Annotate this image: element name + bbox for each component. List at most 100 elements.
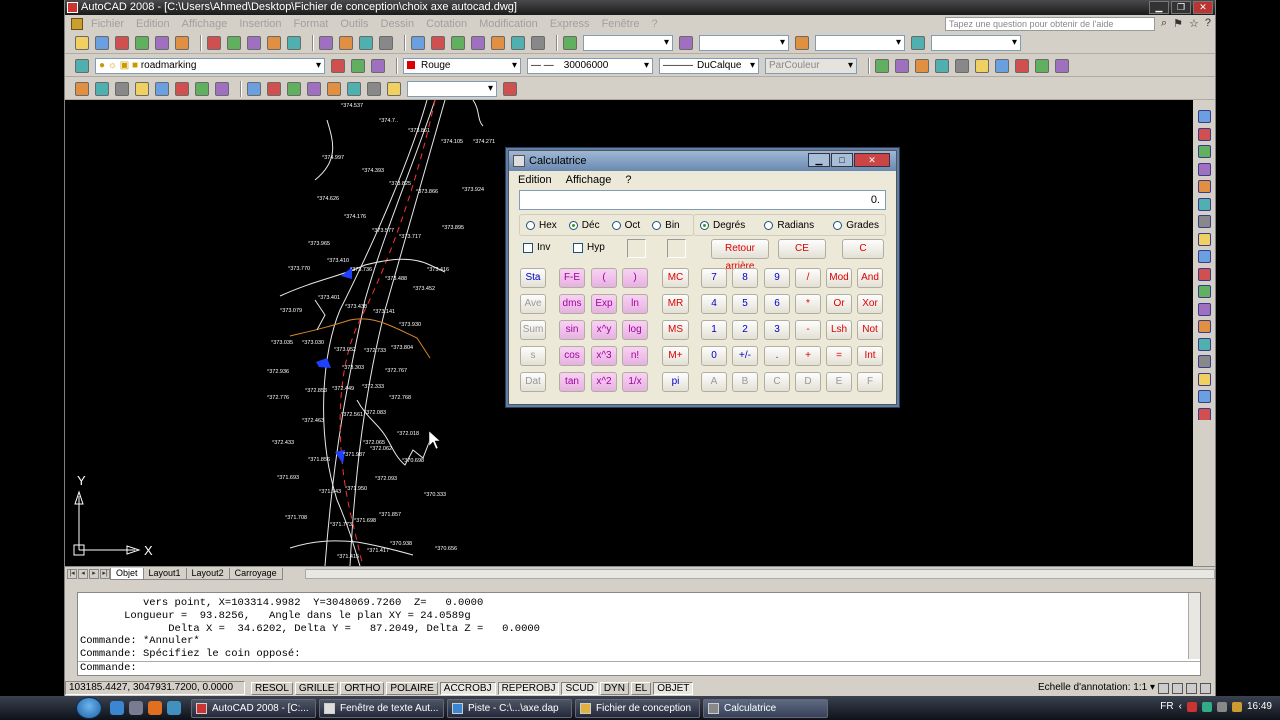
design-center-tool-icon[interactable] — [411, 35, 425, 50]
status-toggle-el[interactable]: EL — [630, 681, 652, 695]
calculator-button-op03[interactable]: ) — [622, 268, 648, 288]
design-center-tool-icon[interactable] — [471, 35, 485, 50]
menu-1[interactable]: Edition — [136, 18, 170, 30]
calculator-button-cos[interactable]: cos — [559, 346, 585, 366]
calculator-button-xy[interactable]: x^y — [591, 320, 617, 340]
linetype-scale-combo[interactable]: — —30006000 — [527, 57, 653, 74]
menu-4[interactable]: Format — [294, 18, 329, 30]
search-icon[interactable]: ⌕ — [1161, 17, 1167, 30]
taskbar-button-1[interactable]: Fenêtre de texte Aut... — [319, 698, 444, 718]
calculator-button-op37[interactable]: . — [764, 346, 790, 366]
calculator-button-ce[interactable]: CE — [778, 239, 826, 259]
edit-tool-icon[interactable] — [227, 35, 241, 50]
show-desktop-icon[interactable] — [129, 701, 143, 715]
calculator-button-fe[interactable]: F-E — [559, 268, 585, 288]
calculator-button-8[interactable]: 8 — [732, 268, 758, 288]
status-toggle-scud[interactable]: SCUD — [561, 681, 598, 695]
calculator-button-b[interactable]: B — [732, 372, 758, 392]
layer-tool-tool-icon[interactable] — [935, 58, 949, 73]
dimension-edit-tool-icon[interactable] — [327, 81, 341, 96]
calculator-button-f[interactable]: F — [857, 372, 883, 392]
edit-tool-icon[interactable] — [287, 35, 301, 50]
favorites-icon[interactable]: ☆ — [1189, 17, 1199, 30]
next-tab-button[interactable]: ▸ — [89, 568, 99, 579]
zoom-tool-icon[interactable] — [339, 35, 353, 50]
design-center-tool-icon[interactable] — [451, 35, 465, 50]
dimension-style-combo[interactable] — [407, 80, 497, 97]
coordinates-readout[interactable]: 103185.4427, 3047931.7200, 0.0000 — [65, 681, 245, 695]
modify-tool-icon[interactable] — [1198, 197, 1211, 211]
table-style-icon[interactable] — [795, 35, 809, 50]
file-tool-icon[interactable] — [75, 35, 89, 50]
menu-5[interactable]: Outils — [340, 18, 368, 30]
dim-style-combo[interactable] — [699, 34, 789, 51]
dimension-edit-tool-icon[interactable] — [307, 81, 321, 96]
status-toggle-dyn[interactable]: DYN — [599, 681, 629, 695]
layer-tool-tool-icon[interactable] — [875, 58, 889, 73]
inv-checkbox[interactable]: Inv — [523, 242, 550, 253]
dimension-edit-tool-icon[interactable] — [287, 81, 301, 96]
volume-icon[interactable] — [1216, 701, 1227, 712]
dimension-tool-icon[interactable] — [75, 81, 89, 96]
calculator-button-3[interactable]: 3 — [764, 320, 790, 340]
file-tool-icon[interactable] — [175, 35, 189, 50]
close-button[interactable]: ✕ — [1193, 1, 1213, 14]
layer-tool-tool-icon[interactable] — [1015, 58, 1029, 73]
layer-tool-tool-icon[interactable] — [995, 58, 1009, 73]
calculator-button-2[interactable]: 2 — [732, 320, 758, 340]
calculator-button-exp[interactable]: Exp — [591, 294, 617, 314]
layer-tool-tool-icon[interactable] — [1035, 58, 1049, 73]
menu-0[interactable]: Fichier — [91, 18, 124, 30]
menu-10[interactable]: Fenêtre — [602, 18, 640, 30]
horizontal-scrollbar[interactable] — [305, 569, 1215, 579]
design-center-tool-icon[interactable] — [431, 35, 445, 50]
calculator-button-1x[interactable]: 1/x — [622, 372, 648, 392]
design-center-tool-icon[interactable] — [491, 35, 505, 50]
calculator-button-s[interactable]: s — [520, 346, 546, 366]
clock[interactable]: 16:49 — [1247, 701, 1272, 712]
dimension-edit-tool-icon[interactable] — [267, 81, 281, 96]
file-tool-icon[interactable] — [95, 35, 109, 50]
layer-tool-tool-icon[interactable] — [895, 58, 909, 73]
annotation-visibility-icon[interactable] — [1158, 683, 1169, 694]
menu-3[interactable]: Insertion — [239, 18, 281, 30]
calculator-title-bar[interactable]: Calculatrice ▁ □ ✕ — [509, 151, 896, 171]
calculator-button-mc[interactable]: MC — [662, 268, 689, 288]
calculator-button-ln[interactable]: ln — [622, 294, 648, 314]
calculator-button-sum[interactable]: Sum — [520, 320, 546, 340]
calculator-button-op39[interactable]: = — [826, 346, 852, 366]
menu-9[interactable]: Express — [550, 18, 590, 30]
bases-radio-hex[interactable]: Hex — [526, 220, 557, 231]
design-center-tool-icon[interactable] — [531, 35, 545, 50]
bases-radio-déc[interactable]: Déc — [568, 220, 600, 231]
color-combo[interactable]: Rouge — [403, 57, 521, 74]
zoom-tool-icon[interactable] — [379, 35, 393, 50]
auto-scale-icon[interactable] — [1172, 683, 1183, 694]
layer-tool-icon[interactable] — [331, 58, 345, 73]
internet-explorer-icon[interactable] — [110, 701, 124, 715]
menu-6[interactable]: Dessin — [381, 18, 415, 30]
calculator-button-d[interactable]: D — [795, 372, 821, 392]
modify-tool-icon[interactable] — [1198, 267, 1211, 281]
dimension-tool-icon[interactable] — [155, 81, 169, 96]
calculator-button-sin[interactable]: sin — [559, 320, 585, 340]
menu-11[interactable]: ? — [651, 18, 657, 30]
clean-screen-icon[interactable] — [1200, 683, 1211, 694]
calculator-close-button[interactable]: ✕ — [854, 153, 890, 167]
status-toggle-accrobj[interactable]: ACCROBJ — [439, 681, 496, 695]
communication-center-icon[interactable]: ⚑ — [1173, 17, 1183, 30]
zoom-tool-icon[interactable] — [319, 35, 333, 50]
calculator-button-or[interactable]: Or — [826, 294, 852, 314]
calculator-button-not[interactable]: Not — [857, 320, 883, 340]
modify-tool-icon[interactable] — [1198, 302, 1211, 316]
modify-tool-icon[interactable] — [1198, 180, 1211, 193]
help-search-input[interactable]: Tapez une question pour obtenir de l'aid… — [945, 17, 1155, 31]
calculator-button-mod[interactable]: Mod — [826, 268, 852, 288]
modify-tool-icon[interactable] — [1198, 285, 1211, 298]
calculator-button-9[interactable]: 9 — [764, 268, 790, 288]
layout-tab-3[interactable]: Carroyage — [228, 567, 283, 580]
modify-tool-icon[interactable] — [1198, 320, 1211, 333]
modify-tool-icon[interactable] — [1198, 215, 1211, 228]
dimension-tool-icon[interactable] — [95, 81, 109, 96]
calculator-button-1[interactable]: 1 — [701, 320, 727, 340]
